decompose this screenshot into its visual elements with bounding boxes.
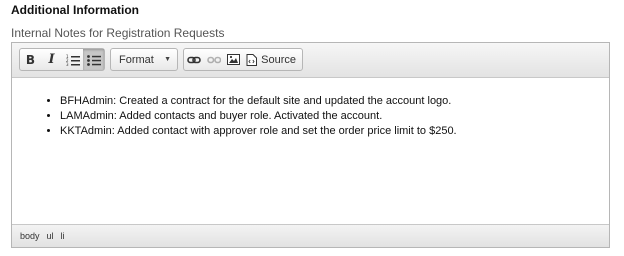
source-button-label: Source [261,53,297,66]
image-button[interactable] [223,49,243,70]
svg-text:3: 3 [66,62,69,66]
basic-styles-group: B I 1 2 3 [19,48,105,71]
path-item-li[interactable]: li [61,231,65,241]
unlink-button[interactable] [204,49,224,70]
element-path-bar: body ul li [12,224,609,247]
format-dropdown-value: Format [119,53,154,66]
link-button[interactable] [184,49,204,70]
bold-icon: B [25,52,36,67]
bold-button[interactable]: B [20,49,41,70]
link-icon [187,56,201,63]
editor-toolbar: B I 1 2 3 Format ▼ Source [12,43,609,78]
path-item-body[interactable]: body [20,231,40,241]
source-button[interactable]: Source [243,49,302,70]
list-item: BFHAdmin: Created a contract for the def… [60,94,609,109]
format-dropdown[interactable]: Format ▼ [110,48,178,71]
list-item: KKTAdmin: Added contact with approver ro… [60,124,609,139]
italic-button[interactable]: I [41,49,62,70]
rich-text-editor: B I 1 2 3 Format ▼ Source • BFHAdmin: Cr… [11,42,610,248]
links-insert-group: Source [183,48,303,71]
image-icon [226,54,240,65]
unlink-icon [206,56,221,63]
list-item: LAMAdmin: Added contacts and buyer role.… [60,109,609,124]
chevron-down-icon: ▼ [164,56,171,63]
editor-content-area[interactable]: BFHAdmin: Created a contract for the def… [12,79,609,226]
numbered-list-icon: 1 2 3 [66,54,80,66]
numbered-list-button[interactable]: 1 2 3 [62,49,83,70]
internal-notes-label: Internal Notes for Registration Requests [11,26,225,40]
italic-icon: I [48,52,55,67]
path-item-ul[interactable]: ul [47,231,54,241]
bulleted-list-button[interactable] [83,49,104,70]
bulleted-list-icon [86,54,101,66]
section-heading: Additional Information [11,3,139,17]
source-icon [246,53,258,66]
notes-bullet-list: BFHAdmin: Created a contract for the def… [12,94,609,139]
